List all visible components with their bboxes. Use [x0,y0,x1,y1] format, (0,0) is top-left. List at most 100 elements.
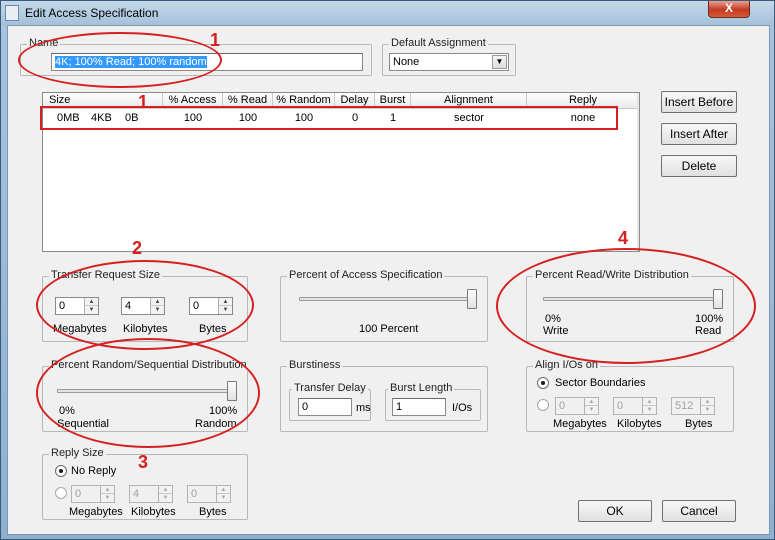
transfer-delay-label: Transfer Delay [292,382,368,394]
spin-down-icon[interactable]: ▼ [585,406,598,414]
spin-down-icon[interactable]: ▼ [85,306,98,314]
spin-up-icon[interactable]: ▲ [151,298,164,306]
spin-up-icon[interactable]: ▲ [585,398,598,406]
percent-access-slider[interactable] [299,297,477,301]
col-delay[interactable]: Delay [335,93,375,109]
align-group: Align I/Os on Sector Boundaries 0 ▲ ▼ 0 ▲… [526,359,734,432]
chevron-down-icon[interactable]: ▼ [492,55,507,69]
random-sequential-group: Percent Random/Sequential Distribution 0… [42,359,249,432]
burstiness-group: Burstiness Transfer Delay 0 ms Burst Len… [280,359,488,432]
transfer-request-size-group: Transfer Request Size 0 ▲ ▼ 4 ▲ ▼ 0 ▲ ▼ Meg… [42,269,248,342]
spin-up-icon[interactable]: ▲ [85,298,98,306]
col-read[interactable]: % Read [223,93,273,109]
align-kilobytes-stepper[interactable]: 0 ▲ ▼ [613,397,657,415]
transfer-megabytes-value: 0 [59,300,66,312]
align-megabytes-value: 0 [559,400,566,412]
reply-custom-radio[interactable] [55,487,67,499]
percent-access-value: 100 Percent [359,323,419,335]
reply-megabytes-stepper[interactable]: 0 ▲ ▼ [71,485,115,503]
read-write-slider[interactable] [543,297,723,301]
col-access[interactable]: % Access [163,93,223,109]
col-reply[interactable]: Reply [527,93,639,109]
transfer-bytes-stepper[interactable]: 0 ▲ ▼ [189,297,233,315]
cell-size-b: 0B [125,112,139,124]
spin-up-icon[interactable]: ▲ [101,486,114,494]
insert-after-button[interactable]: Insert After [661,123,737,145]
spin-down-icon[interactable]: ▼ [101,494,114,502]
annotation-number: 1 [210,30,221,50]
spin-up-icon[interactable]: ▲ [219,298,232,306]
transfer-kilobytes-label: Kilobytes [123,323,168,335]
align-megabytes-stepper[interactable]: 0 ▲ ▼ [555,397,599,415]
burst-length-label: Burst Length [388,382,455,394]
list-header: Size % Access % Read % Random Delay Burs… [43,93,639,109]
title-bar[interactable]: Edit Access Specification X [1,1,774,25]
no-reply-radio[interactable] [55,465,67,477]
name-group-label: Name [27,37,61,49]
spin-down-icon[interactable]: ▼ [643,406,656,414]
read-write-right-label: Read [695,325,722,337]
percent-access-thumb[interactable] [467,289,477,309]
spin-down-icon[interactable]: ▼ [701,406,714,414]
sector-boundaries-label: Sector Boundaries [555,377,646,389]
align-bytes-stepper[interactable]: 512 ▲ ▼ [671,397,715,415]
read-write-group: Percent Read/Write Distribution 0% Write… [526,269,734,342]
read-write-thumb[interactable] [713,289,723,309]
cell-delay: 0 [351,112,359,124]
spin-down-icon[interactable]: ▼ [217,494,230,502]
default-assignment-group: Default Assignment None ▼ [382,37,516,76]
reply-kilobytes-stepper[interactable]: 4 ▲ ▼ [129,485,173,503]
reply-bytes-stepper[interactable]: 0 ▲ ▼ [187,485,231,503]
random-sequential-slider[interactable] [57,389,237,393]
insert-before-button[interactable]: Insert Before [661,91,737,113]
spin-down-icon[interactable]: ▼ [159,494,172,502]
list-scrollbar[interactable] [637,93,639,251]
col-random[interactable]: % Random [273,93,335,109]
random-sequential-thumb[interactable] [227,381,237,401]
cell-reply: none [570,112,596,124]
spin-down-icon[interactable]: ▼ [151,306,164,314]
access-spec-list[interactable]: Size % Access % Read % Random Delay Burs… [42,92,640,252]
sector-boundaries-radio[interactable] [537,377,549,389]
close-button[interactable]: X [708,1,750,18]
burst-length-input[interactable]: 1 [392,398,446,416]
transfer-delay-input[interactable]: 0 [298,398,352,416]
cell-size-kb: 4KB [91,112,112,124]
align-kilobytes-value: 0 [617,400,624,412]
read-write-label: Percent Read/Write Distribution [533,269,691,281]
col-alignment[interactable]: Alignment [411,93,527,109]
transfer-bytes-value: 0 [193,300,200,312]
random-sequential-label: Percent Random/Sequential Distribution [49,359,249,371]
default-assignment-select[interactable]: None ▼ [389,53,509,71]
random-sequential-left-label: Sequential [57,418,109,430]
ok-button[interactable]: OK [578,500,652,522]
burst-length-group: Burst Length 1 I/Os [385,382,481,421]
delete-button[interactable]: Delete [661,155,737,177]
percent-access-group: Percent of Access Specification 100 Perc… [280,269,488,342]
transfer-bytes-label: Bytes [199,323,227,335]
align-custom-radio[interactable] [537,399,549,411]
reply-bytes-value: 0 [191,488,198,500]
reply-kilobytes-label: Kilobytes [131,506,176,518]
spin-down-icon[interactable]: ▼ [219,306,232,314]
reply-megabytes-value: 0 [75,488,82,500]
reply-megabytes-label: Megabytes [69,506,123,518]
spin-up-icon[interactable]: ▲ [217,486,230,494]
random-sequential-left-pct: 0% [59,405,75,417]
transfer-kilobytes-value: 4 [125,300,132,312]
cancel-button[interactable]: Cancel [662,500,736,522]
spin-up-icon[interactable]: ▲ [643,398,656,406]
transfer-kilobytes-stepper[interactable]: 4 ▲ ▼ [121,297,165,315]
align-bytes-value: 512 [675,400,694,412]
align-bytes-label: Bytes [685,418,713,430]
spin-up-icon[interactable]: ▲ [701,398,714,406]
cell-size-mb: 0MB [57,112,80,124]
cell-random: 100 [294,112,314,124]
read-write-left-pct: 0% [545,313,561,325]
reply-size-label: Reply Size [49,447,106,459]
col-burst[interactable]: Burst [375,93,411,109]
spin-up-icon[interactable]: ▲ [159,486,172,494]
name-group: Name 4K; 100% Read; 100% random [20,37,372,76]
name-input[interactable]: 4K; 100% Read; 100% random [51,53,363,71]
transfer-megabytes-stepper[interactable]: 0 ▲ ▼ [55,297,99,315]
